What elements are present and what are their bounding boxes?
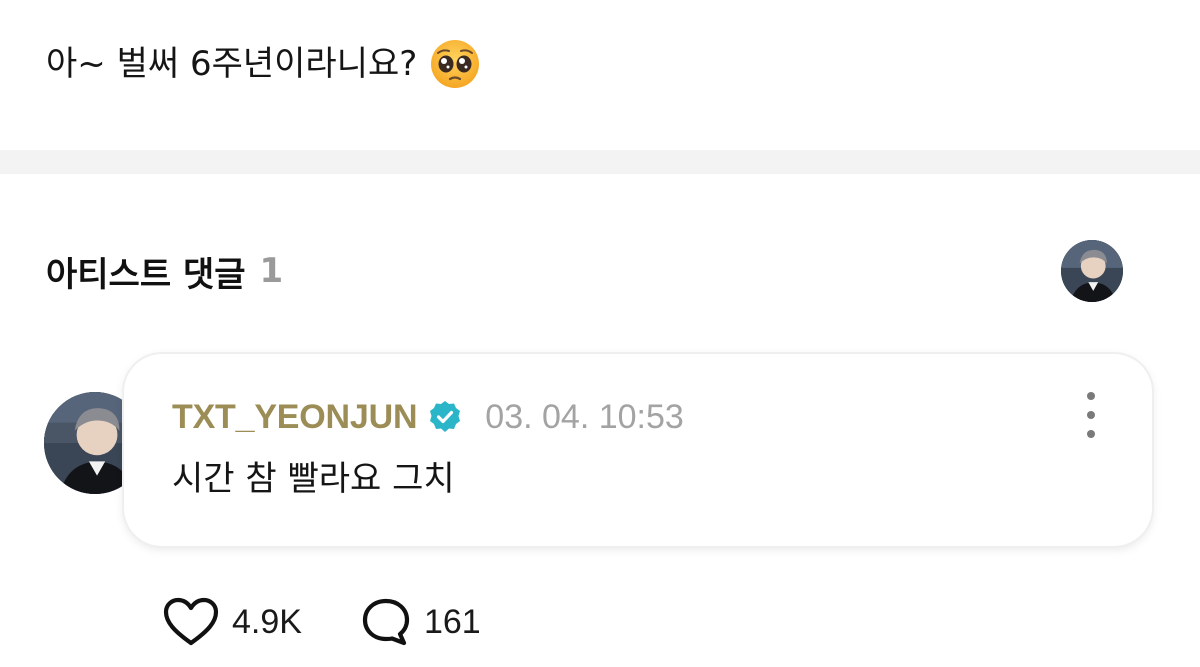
- artist-comment-card[interactable]: TXT_YEONJUN 03. 04. 10:53 시간 참 빨라요 그치: [124, 354, 1152, 546]
- post-detail-page: 아~ 벌써 6주년이라니요? 아티스트 댓글 1 TXT_YEONJUN 03.…: [0, 0, 1200, 667]
- section-divider: [0, 150, 1200, 174]
- like-button[interactable]: 4.9K: [162, 597, 302, 647]
- speech-bubble-icon: [362, 598, 410, 646]
- artist-comments-title: 아티스트 댓글: [46, 254, 246, 295]
- comment-header: TXT_YEONJUN 03. 04. 10:53: [172, 394, 684, 440]
- more-dot: [1087, 392, 1095, 400]
- heart-icon: [163, 597, 219, 646]
- comment-actions: 4.9K 161: [162, 596, 481, 648]
- post-text: 아~ 벌써 6주년이라니요?: [46, 44, 418, 84]
- comment-author-name[interactable]: TXT_YEONJUN: [172, 398, 417, 437]
- reply-button[interactable]: 161: [360, 596, 481, 648]
- comment-timestamp: 03. 04. 10:53: [485, 397, 684, 436]
- pleading-face-emoji-icon: [429, 38, 481, 90]
- artist-comments-count: 1: [259, 251, 284, 291]
- more-dot: [1087, 430, 1095, 438]
- artist-avatar[interactable]: [1061, 240, 1123, 302]
- comment-text: 시간 참 빨라요 그치: [172, 459, 455, 499]
- more-vertical-icon[interactable]: [1076, 392, 1106, 438]
- more-dot: [1087, 411, 1095, 419]
- like-count: 4.9K: [232, 602, 302, 641]
- artist-comments-header: 아티스트 댓글 1: [46, 246, 283, 296]
- post-body: 아~ 벌써 6주년이라니요?: [46, 36, 481, 92]
- reply-count: 161: [423, 602, 481, 641]
- verified-badge-icon: [427, 399, 463, 435]
